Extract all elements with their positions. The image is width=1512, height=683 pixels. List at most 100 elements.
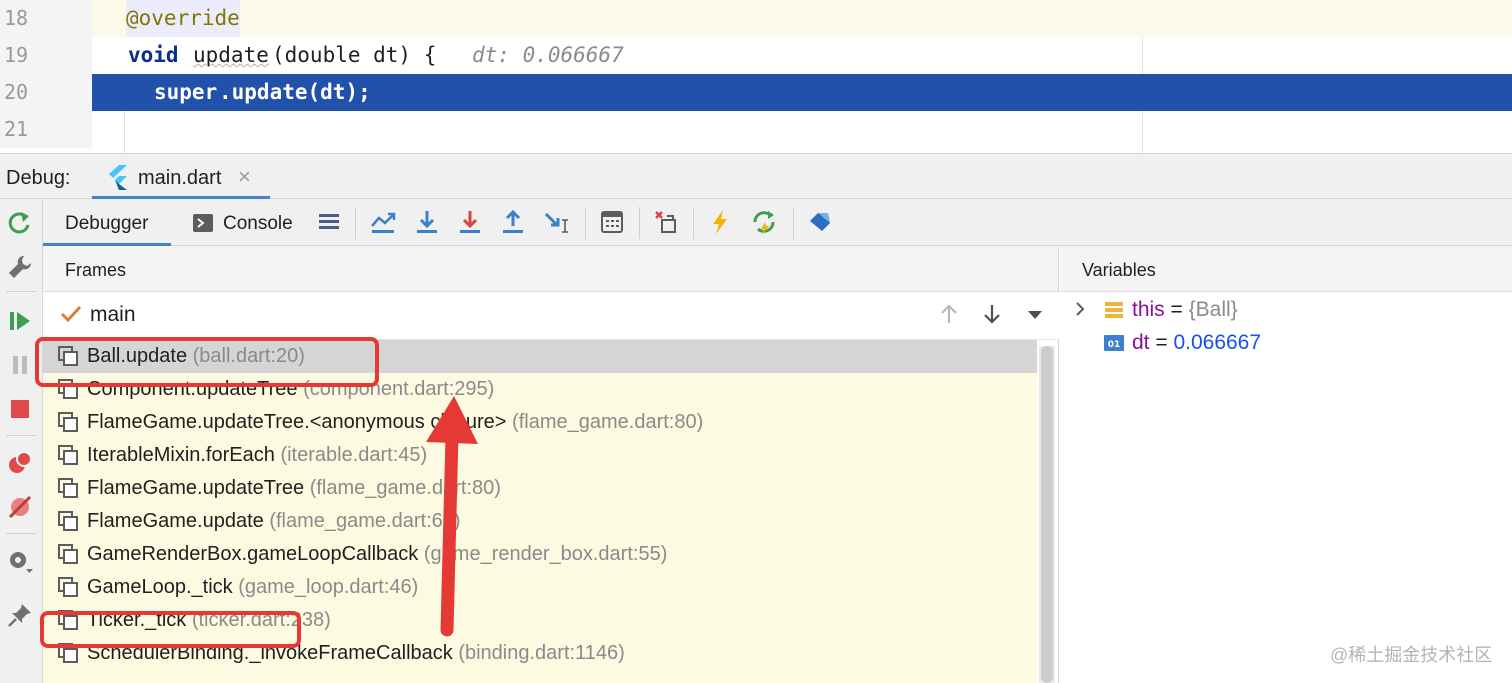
layout-list-icon[interactable]: [315, 208, 343, 236]
line-number: 21: [4, 117, 29, 141]
inline-value-hint: dt: 0.066667: [472, 43, 624, 67]
next-frame-arrow-down-icon[interactable]: [980, 302, 1004, 326]
scrollbar-thumb[interactable]: [1041, 346, 1053, 683]
toolbar-separator: [355, 207, 356, 239]
toolbar-separator: [6, 533, 36, 534]
view-breakpoints-icon[interactable]: [6, 449, 34, 477]
stack-frame-row[interactable]: Ticker._tick (ticker.dart:238): [43, 604, 1037, 637]
variable-row-dt[interactable]: 01 dt = 0.066667: [1060, 327, 1512, 360]
step-into-icon[interactable]: [456, 208, 484, 236]
mute-breakpoints-icon[interactable]: [6, 493, 34, 521]
step-out-icon[interactable]: [499, 208, 527, 236]
object-fields-icon: [1105, 302, 1123, 318]
tab-label: Debugger: [65, 213, 149, 234]
code-line-18[interactable]: 18 @override: [0, 0, 1512, 37]
stack-frame-icon: [58, 478, 78, 498]
stack-frame-row[interactable]: GameLoop._tick (game_loop.dart:46): [43, 571, 1037, 604]
thread-selector[interactable]: main: [43, 292, 1059, 340]
stack-frame-row[interactable]: Ball.update (ball.dart:20): [43, 340, 1037, 373]
previous-frame-arrow-up-icon[interactable]: [937, 302, 961, 326]
variable-name: dt: [1132, 331, 1150, 354]
chevron-down-icon[interactable]: [1023, 302, 1047, 326]
frames-panel: Frames main Ball.update (ball.dart:20) Co…: [43, 246, 1059, 683]
pin-icon[interactable]: [6, 601, 34, 629]
settings-gear-icon[interactable]: [6, 547, 34, 575]
stack-frame-row[interactable]: FlameGame.updateTree (flame_game.dart:80…: [43, 472, 1037, 505]
debug-side-toolbar: [0, 199, 43, 683]
stack-frame-text: Ball.update (ball.dart:20): [87, 345, 305, 368]
drop-frame-icon[interactable]: [652, 208, 680, 236]
stack-frame-icon: [58, 544, 78, 564]
frame-method: Ball.update: [87, 345, 188, 367]
stack-frame-row[interactable]: IterableMixin.forEach (iterable.dart:45): [43, 439, 1037, 472]
step-over-icon[interactable]: [413, 208, 441, 236]
variable-equals: =: [1149, 331, 1174, 354]
debug-label: Debug:: [6, 167, 71, 189]
stack-frame-row[interactable]: FlameGame.update (flame_game.dart:69): [43, 505, 1037, 538]
frame-location: (ball.dart:20): [192, 345, 305, 367]
toolbar-separator: [693, 207, 694, 239]
frame-location: (component.dart:295): [303, 378, 495, 400]
variables-header: Variables: [1060, 246, 1512, 292]
stop-icon[interactable]: [6, 395, 34, 423]
execution-point-line: super .update(dt);: [92, 74, 1512, 111]
stack-frame-icon: [58, 643, 78, 663]
line-gutter[interactable]: 20: [0, 74, 92, 111]
variables-title: Variables: [1082, 260, 1156, 280]
frames-header: Frames: [43, 246, 1058, 292]
keyword-void: void: [128, 43, 179, 67]
stack-frame-text: Ticker._tick (ticker.dart:238): [87, 609, 331, 632]
stack-frame-text: FlameGame.update (flame_game.dart:69): [87, 510, 461, 533]
evaluate-expression-icon[interactable]: [598, 208, 626, 236]
frame-location: (flame_game.dart:69): [269, 510, 461, 532]
code-line-21[interactable]: 21: [0, 111, 1512, 148]
code-editor[interactable]: 18 @override 19 void update (double dt) …: [0, 0, 1512, 153]
rerun-icon[interactable]: [6, 209, 34, 237]
resume-icon[interactable]: [6, 307, 34, 335]
stack-frame-row[interactable]: FlameGame.updateTree.<anonymous closure>…: [43, 406, 1037, 439]
variable-row-this[interactable]: this = {Ball}: [1060, 294, 1512, 327]
hot-restart-icon[interactable]: [750, 208, 778, 236]
code-line-20[interactable]: 20 super .update(dt);: [0, 74, 1512, 111]
stack-frame-icon: [58, 577, 78, 597]
code-line-19[interactable]: 19 void update (double dt) { dt: 0.06666…: [0, 37, 1512, 104]
expand-chevron-icon[interactable]: [1072, 299, 1088, 319]
dart-devtools-icon[interactable]: [806, 208, 834, 236]
frames-list[interactable]: Ball.update (ball.dart:20) Component.upda…: [43, 340, 1037, 683]
line-gutter[interactable]: 21: [0, 111, 92, 148]
stack-frame-text: IterableMixin.forEach (iterable.dart:45): [87, 444, 427, 467]
watermark: @稀土掘金技术社区: [1330, 645, 1493, 665]
stack-frame-row[interactable]: GameRenderBox.gameLoopCallback (game_ren…: [43, 538, 1037, 571]
line-gutter[interactable]: 19: [0, 37, 97, 104]
stack-frame-icon: [58, 610, 78, 630]
frame-location: (flame_game.dart:80): [512, 411, 704, 433]
show-execution-point-icon[interactable]: [369, 208, 397, 236]
keyword-super: super: [154, 80, 218, 104]
value-type-badge: 01: [1108, 340, 1121, 350]
tab-console[interactable]: Console: [189, 199, 307, 246]
close-tab-icon[interactable]: ×: [238, 164, 251, 190]
line-gutter[interactable]: 18: [0, 0, 92, 37]
toolbar-separator: [793, 207, 794, 239]
stack-frame-text: SchedulerBinding._invokeFrameCallback (b…: [87, 642, 625, 665]
thread-name: main: [90, 303, 136, 326]
tab-label: main.dart: [138, 167, 222, 189]
stack-frame-text: FlameGame.updateTree.<anonymous closure>…: [87, 411, 703, 434]
frames-scrollbar[interactable]: [1039, 346, 1055, 683]
stack-frame-row[interactable]: Component.updateTree (component.dart:295…: [43, 373, 1037, 406]
toolbar-separator: [6, 435, 36, 436]
variable-value: 0.066667: [1173, 331, 1262, 354]
stack-frame-text: Component.updateTree (component.dart:295…: [87, 378, 494, 401]
tab-debugger[interactable]: Debugger: [43, 199, 171, 246]
stack-frame-row[interactable]: SchedulerBinding._invokeFrameCallback (b…: [43, 637, 1037, 670]
toolbar-separator: [639, 207, 640, 239]
frame-method: FlameGame.updateTree.<anonymous closure>: [87, 411, 507, 433]
tab-main-dart[interactable]: main.dart ×: [92, 154, 270, 199]
pause-icon[interactable]: [6, 351, 34, 379]
wrench-icon[interactable]: [6, 253, 34, 281]
frame-location: (ticker.dart:238): [191, 609, 331, 631]
hot-reload-icon[interactable]: [706, 208, 734, 236]
run-to-cursor-icon[interactable]: [543, 208, 571, 236]
stack-frame-icon: [58, 511, 78, 531]
stack-frame-icon: [58, 346, 78, 366]
